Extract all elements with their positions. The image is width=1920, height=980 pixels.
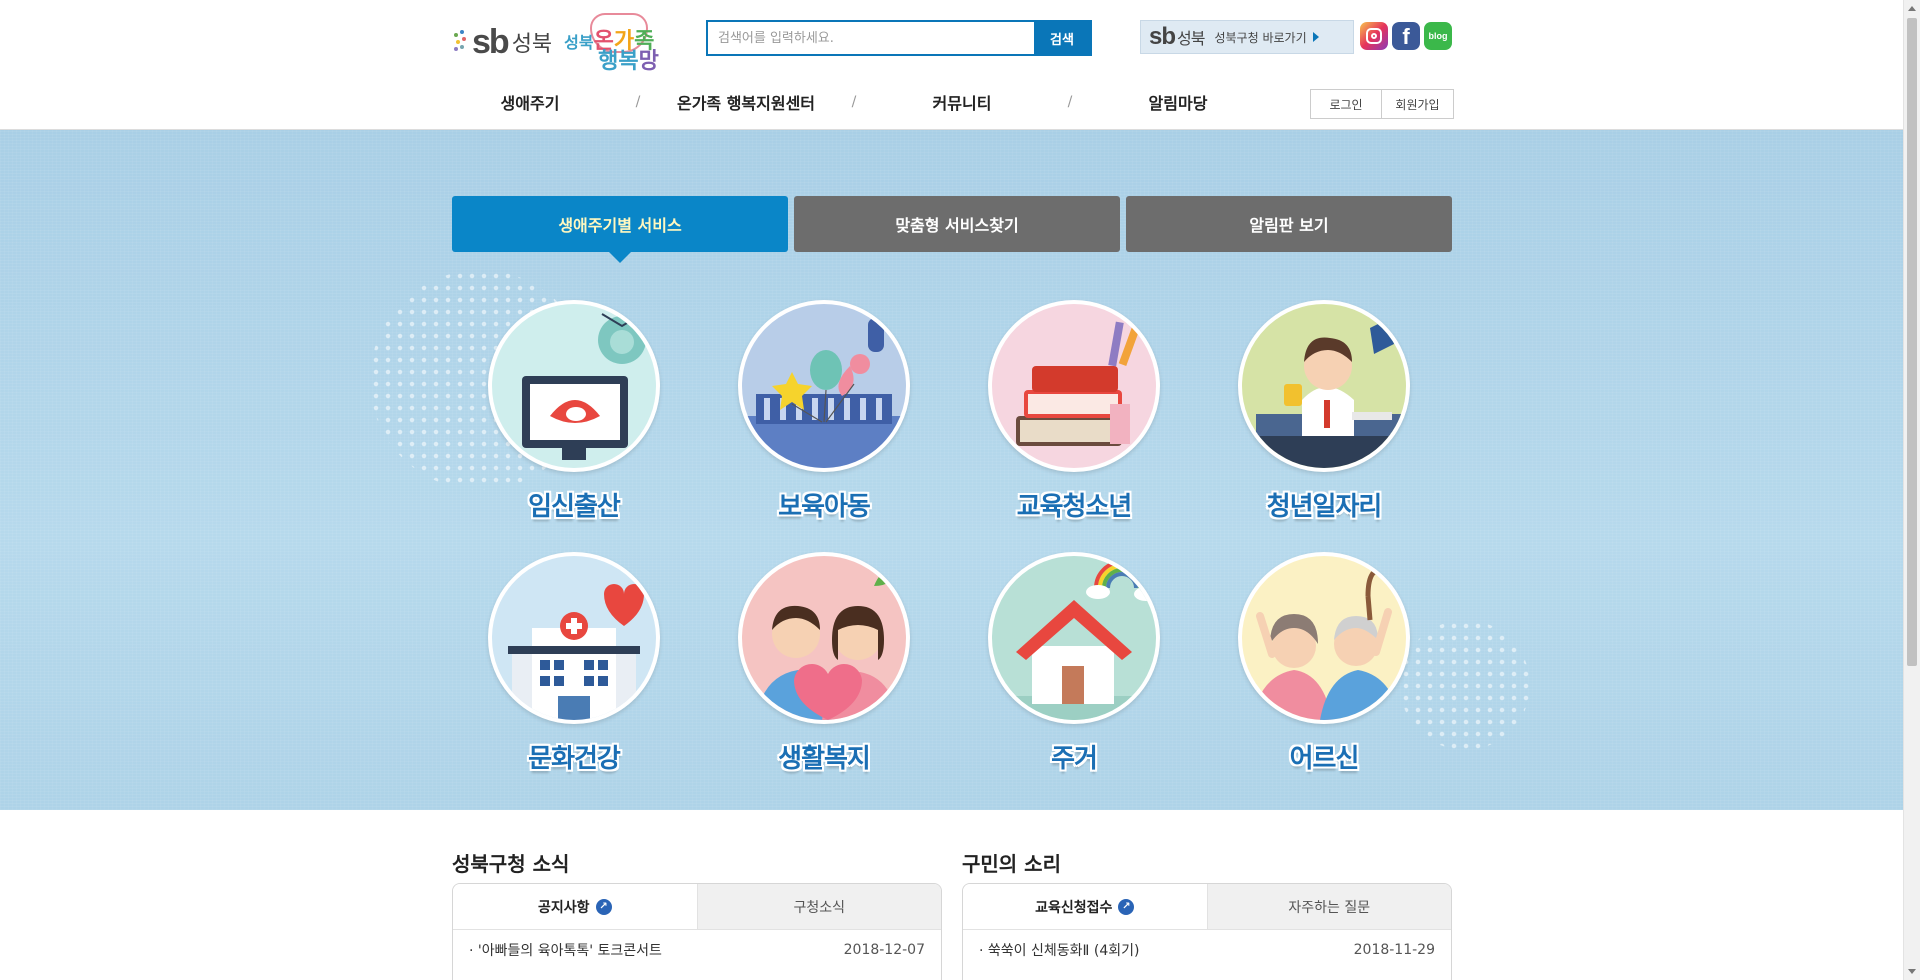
nav-item-family-center[interactable]: 온가족 행복지원센터 <box>668 90 824 114</box>
service-label: 임신출산 <box>528 492 621 522</box>
facebook-glyph: f <box>1402 24 1410 49</box>
logo-sb: sb <box>452 22 510 62</box>
blog-glyph: blog <box>1428 31 1448 41</box>
service-label: 주거 <box>1051 744 1098 774</box>
join-button[interactable]: 회원가입 <box>1382 89 1454 119</box>
slogan-part-f: 망 <box>638 49 659 74</box>
list-item[interactable]: · '아빠들의 육아톡톡' 토크콘서트 2018-12-07 <box>453 930 941 970</box>
gov-logo: sb 성북 <box>1149 23 1205 51</box>
page: sb 성북 성북온가족 행복망 검색 sb성북 성북구청 바로가기 f <box>0 0 1920 980</box>
tab-district-news[interactable]: 구청소식 <box>697 884 941 929</box>
site-logo[interactable]: sb 성북 성북온가족 행복망 <box>452 13 668 74</box>
search-button[interactable]: 검색 <box>1034 22 1090 54</box>
elderly-couple-icon <box>1238 552 1410 724</box>
service-label: 교육청소년 <box>1016 492 1133 522</box>
main-nav: 생애주기 / 온가족 행복지원센터 / 커뮤니티 / 알림마당 <box>452 80 1302 124</box>
tab-faq[interactable]: 자주하는 질문 <box>1207 884 1451 929</box>
couple-heart-icon <box>738 552 910 724</box>
logo-sb-text: sb <box>472 22 510 61</box>
service-education[interactable]: 교육청소년 <box>984 300 1164 523</box>
site-header: sb 성북 성북온가족 행복망 검색 sb성북 성북구청 바로가기 f <box>0 0 1903 130</box>
list-item-date: 2018-12-07 <box>843 942 925 958</box>
books-icon <box>988 300 1160 472</box>
search-input[interactable] <box>708 22 1034 54</box>
tab-education-label: 교육신청접수 <box>1035 899 1113 916</box>
scrollbar-thumb[interactable] <box>1907 18 1917 666</box>
service-culture-health[interactable]: 문화건강 <box>484 552 664 775</box>
service-seniors[interactable]: 어르신 <box>1234 552 1414 775</box>
list-item-title: · 쑥쑥이 신체동화Ⅱ (4회기) <box>979 943 1140 959</box>
logo-district: 성북 <box>511 32 553 57</box>
panel-tabs: 공지사항 ↗ 구청소식 <box>453 884 941 930</box>
arrow-right-icon <box>1312 32 1319 42</box>
search-bar: 검색 <box>706 20 1092 56</box>
list-item-title: · '아빠들의 육아톡톡' 토크콘서트 <box>469 943 662 959</box>
nav-separator: / <box>635 94 641 110</box>
service-youth-jobs[interactable]: 청년일자리 <box>1234 300 1414 523</box>
service-label: 보육아동 <box>778 492 871 522</box>
logo-mark-icon <box>454 29 466 51</box>
panel-tabs: 교육신청접수 ↗ 자주하는 질문 <box>963 884 1451 930</box>
service-label: 생활복지 <box>778 744 871 774</box>
news-title-left: 성북구청 소식 <box>452 852 570 876</box>
nav-item-lifecycle[interactable]: 생애주기 <box>452 90 608 114</box>
service-childcare[interactable]: 보육아동 <box>734 300 914 523</box>
service-label: 문화건강 <box>528 744 621 774</box>
facebook-icon[interactable]: f <box>1392 22 1420 50</box>
tab-lifecycle-services[interactable]: 생애주기별 서비스 <box>452 196 788 263</box>
service-welfare[interactable]: 생활복지 <box>734 552 914 775</box>
hero-section: 생애주기별 서비스 맞춤형 서비스찾기 알림판 보기 임신출산 보육아동 교육청… <box>0 130 1903 810</box>
hospital-icon <box>488 552 660 724</box>
slogan-part-e: 행복 <box>598 49 639 74</box>
hero-tabs: 생애주기별 서비스 맞춤형 서비스찾기 알림판 보기 <box>452 196 1452 263</box>
auth-links: 로그인 회원가입 <box>1310 89 1454 119</box>
nav-separator: / <box>851 94 857 110</box>
service-label: 어르신 <box>1289 744 1360 774</box>
nav-item-community[interactable]: 커뮤니티 <box>884 90 1040 114</box>
login-button[interactable]: 로그인 <box>1310 89 1382 119</box>
house-rainbow-icon <box>988 552 1160 724</box>
decorative-dots <box>1400 620 1530 750</box>
vertical-scrollbar[interactable] <box>1903 0 1920 980</box>
service-label: 청년일자리 <box>1266 492 1383 522</box>
arrow-link-icon[interactable]: ↗ <box>1118 898 1135 915</box>
tab-education-signup[interactable]: 교육신청접수 ↗ <box>963 884 1208 929</box>
slogan-logo: 성북온가족 행복망 <box>564 13 668 74</box>
news-panel-right: 교육신청접수 ↗ 자주하는 질문 · 쑥쑥이 신체동화Ⅱ (4회기) 2018-… <box>962 883 1452 980</box>
scroll-up-icon[interactable] <box>1908 6 1916 11</box>
service-pregnancy[interactable]: 임신출산 <box>484 300 664 523</box>
news-panel-left: 공지사항 ↗ 구청소식 · '아빠들의 육아톡톡' 토크콘서트 2018-12-… <box>452 883 942 980</box>
slogan-part-a: 성북 <box>564 33 594 52</box>
gov-logo-sb: sb <box>1149 23 1176 50</box>
blog-icon[interactable]: blog <box>1424 22 1452 50</box>
slogan-line2: 행복망 <box>598 43 659 75</box>
tab-bulletin[interactable]: 알림판 보기 <box>1126 196 1452 252</box>
gov-site-link[interactable]: sb 성북 성북구청 바로가기 <box>1140 20 1354 54</box>
gov-link-label: 성북구청 바로가기 <box>1214 30 1307 45</box>
crib-balloons-icon <box>738 300 910 472</box>
ultrasound-monitor-icon <box>488 300 660 472</box>
tab-notices[interactable]: 공지사항 ↗ <box>453 884 698 929</box>
tab-custom-search[interactable]: 맞춤형 서비스찾기 <box>794 196 1120 252</box>
scroll-down-icon[interactable] <box>1908 969 1916 974</box>
arrow-link-icon[interactable]: ↗ <box>595 898 612 915</box>
student-desk-icon <box>1238 300 1410 472</box>
tab-notices-label: 공지사항 <box>537 899 590 916</box>
list-item[interactable]: · 쑥쑥이 신체동화Ⅱ (4회기) 2018-11-29 <box>963 930 1451 970</box>
instagram-icon[interactable] <box>1360 22 1388 50</box>
service-housing[interactable]: 주거 <box>984 552 1164 775</box>
nav-separator: / <box>1067 94 1073 110</box>
nav-item-notice[interactable]: 알림마당 <box>1100 90 1256 114</box>
gov-logo-district: 성북 <box>1177 31 1205 48</box>
list-item-date: 2018-11-29 <box>1353 942 1435 958</box>
news-title-right: 구민의 소리 <box>962 852 1061 876</box>
